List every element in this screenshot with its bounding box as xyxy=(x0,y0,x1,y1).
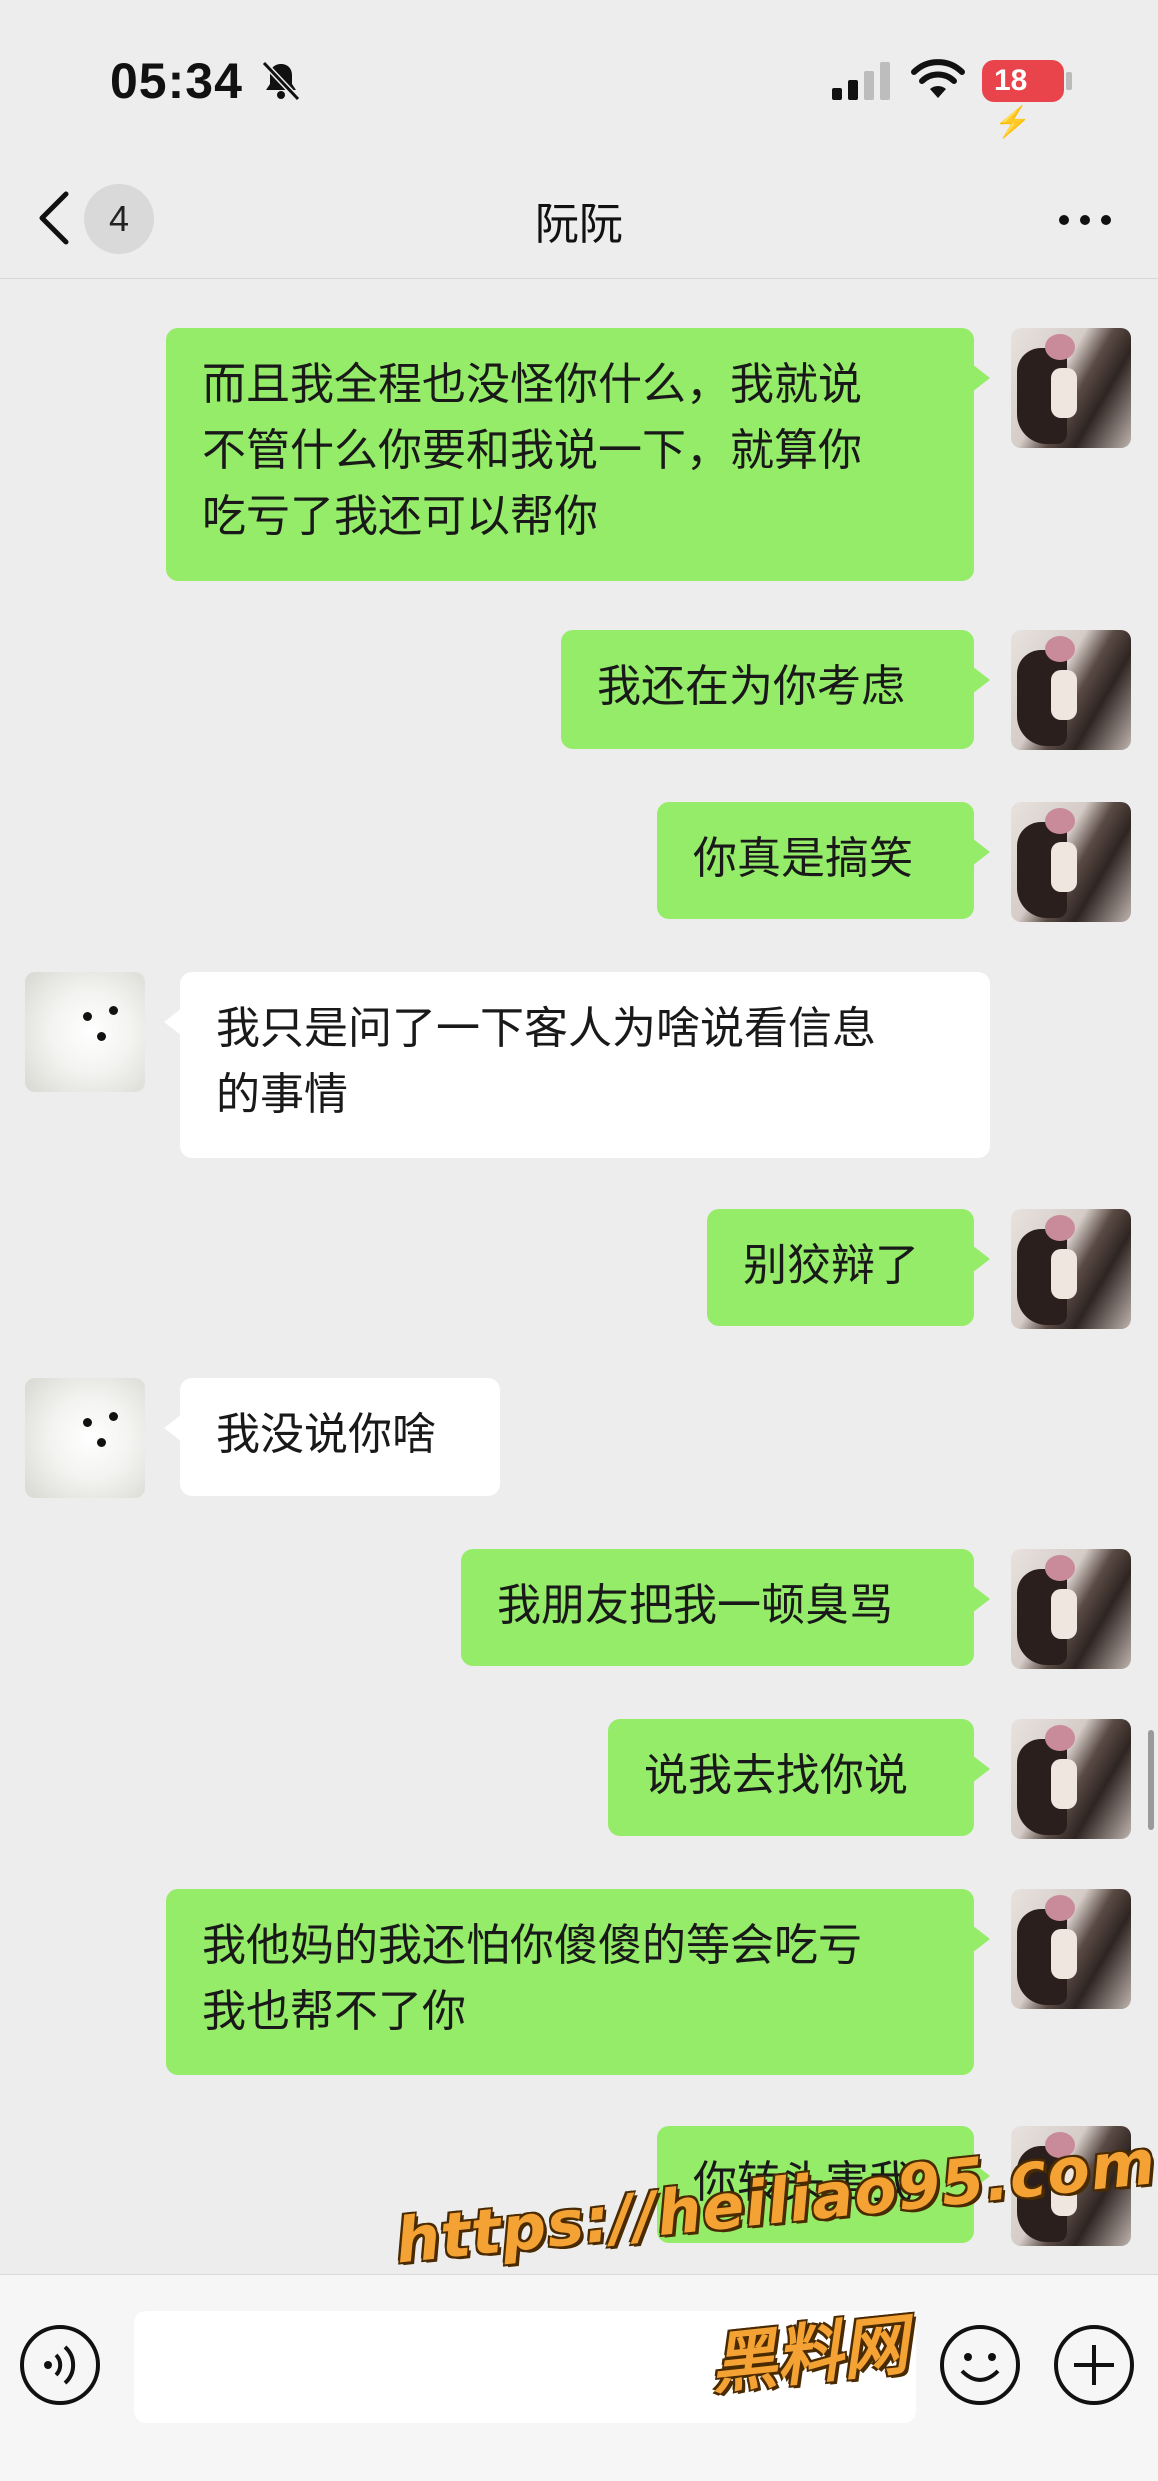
chat-header: 4 阮阮 xyxy=(0,160,1158,279)
my-avatar[interactable] xyxy=(1011,1549,1131,1669)
battery-icon: 18 ⚡ xyxy=(982,60,1064,139)
message-bubble[interactable]: 别狡辩了 xyxy=(707,1209,990,1326)
emoji-icon[interactable] xyxy=(938,2323,1022,2407)
message-bubble[interactable]: 我朋友把我一顿臭骂 xyxy=(461,1549,990,1666)
wifi-icon xyxy=(911,59,965,98)
my-avatar[interactable] xyxy=(1011,802,1131,922)
contact-avatar[interactable] xyxy=(25,972,145,1092)
more-icon[interactable] xyxy=(1050,190,1120,250)
message-bubble[interactable]: 我只是问了一下客人为啥说看信息 的事情 xyxy=(164,972,990,1158)
message-bubble[interactable]: 我还在为你考虑 xyxy=(561,630,990,749)
message-bubble[interactable]: 而且我全程也没怪你什么，我就说 不管什么你要和我说一下，就算你 吃亏了我还可以帮… xyxy=(166,328,990,581)
message-bubble[interactable]: 你真是搞笑 xyxy=(657,802,990,919)
scrollbar[interactable] xyxy=(1148,1730,1154,1830)
status-bar: 05:34 18 ⚡ xyxy=(0,0,1158,160)
message-bubble[interactable]: 说我去找你说 xyxy=(608,1719,990,1836)
voice-icon[interactable] xyxy=(18,2323,102,2407)
bell-slash-icon xyxy=(261,60,301,102)
my-avatar[interactable] xyxy=(1011,1889,1131,2009)
chat-title: 阮阮 xyxy=(535,199,623,250)
contact-avatar[interactable] xyxy=(25,1378,145,1498)
my-avatar[interactable] xyxy=(1011,1719,1131,1839)
my-avatar[interactable] xyxy=(1011,630,1131,750)
my-avatar[interactable] xyxy=(1011,328,1131,448)
message-bubble[interactable]: 我没说你啥 xyxy=(164,1378,500,1496)
my-avatar[interactable] xyxy=(1011,1209,1131,1329)
status-time: 05:34 xyxy=(110,53,243,109)
battery-tip xyxy=(1066,72,1072,90)
input-bar xyxy=(0,2274,1158,2481)
signal-icon xyxy=(832,62,890,100)
battery-level: 18 xyxy=(994,64,1028,97)
plus-icon[interactable] xyxy=(1052,2323,1136,2407)
message-list[interactable]: 而且我全程也没怪你什么，我就说 不管什么你要和我说一下，就算你 吃亏了我还可以帮… xyxy=(0,279,1158,2274)
message-bubble[interactable]: 我他妈的我还怕你傻傻的等会吃亏 我也帮不了你 xyxy=(166,1889,990,2075)
